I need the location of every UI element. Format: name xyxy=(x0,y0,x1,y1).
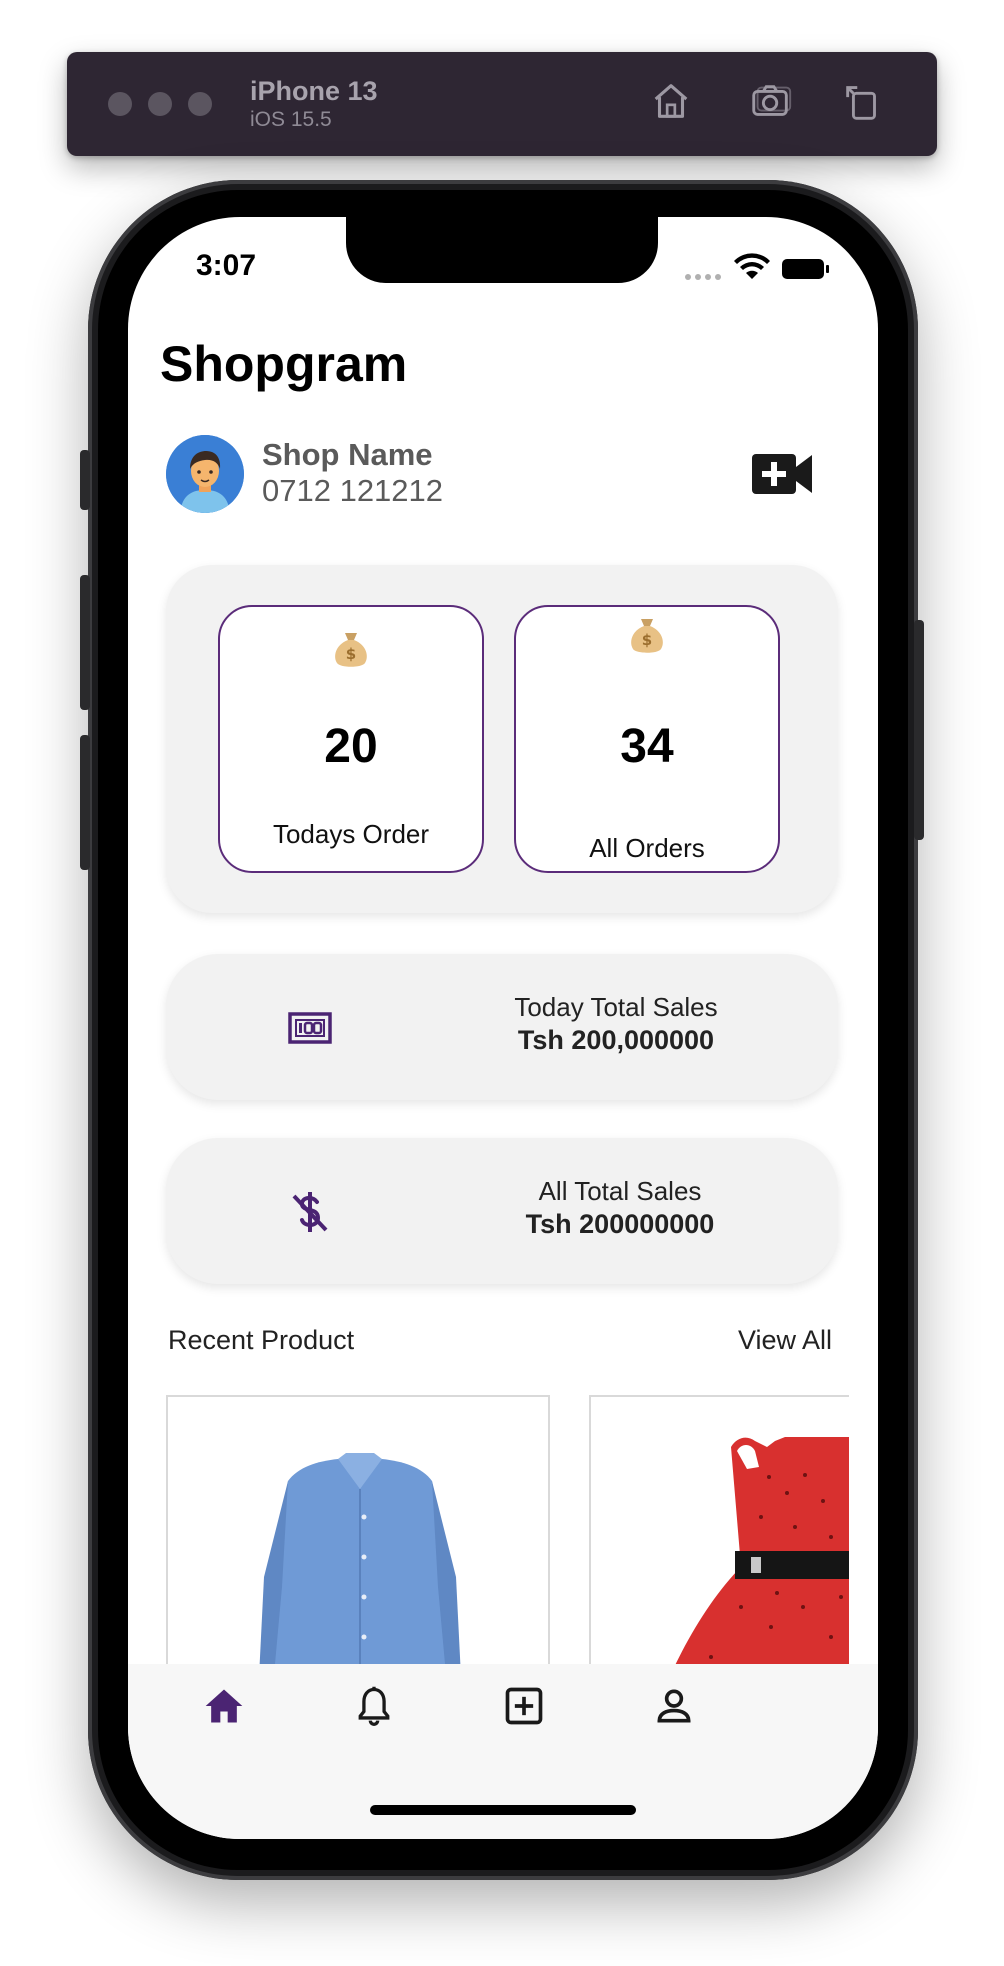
svg-text:$: $ xyxy=(642,631,652,649)
volume-up-button xyxy=(80,575,90,710)
add-box-icon[interactable] xyxy=(502,1684,546,1728)
window-zoom-button[interactable] xyxy=(188,92,212,116)
view-all-link[interactable]: View All xyxy=(738,1325,832,1356)
product-card[interactable] xyxy=(166,1395,550,1695)
svg-text:$: $ xyxy=(346,645,356,663)
window-minimize-button[interactable] xyxy=(148,92,172,116)
all-total-sales-label: All Total Sales xyxy=(538,1176,702,1206)
battery-icon xyxy=(782,259,829,279)
cellular-signal-icon xyxy=(685,274,721,280)
todays-order-card[interactable]: $ 20 Todays Order xyxy=(218,605,484,873)
shop-name: Shop Name xyxy=(262,437,433,472)
home-icon[interactable] xyxy=(648,78,694,124)
power-button xyxy=(914,620,924,840)
all-total-sales-value: Tsh 200000000 xyxy=(525,1209,715,1239)
product-image-red-dress xyxy=(662,1437,849,1693)
orders-summary-panel: $ 20 Todays Order $ 34 All Orders xyxy=(166,565,838,913)
today-total-sales-value: Tsh 200,000000 xyxy=(517,1025,715,1055)
all-orders-label: All Orders xyxy=(589,833,705,863)
rotate-icon[interactable] xyxy=(840,78,886,124)
profile-icon[interactable] xyxy=(652,1684,696,1728)
all-total-sales-card[interactable]: All Total Sales Tsh 200000000 xyxy=(166,1138,838,1284)
status-icons xyxy=(685,253,829,280)
shop-phone: 0712 121212 xyxy=(262,473,444,508)
phone-screen: 3:07 Shopgram Shop Name 0712 121212 $ 20… xyxy=(128,217,878,1839)
todays-order-value: 20 xyxy=(324,720,378,773)
all-orders-value: 34 xyxy=(620,720,674,773)
today-total-sales-label: Today Total Sales xyxy=(514,992,718,1022)
notch xyxy=(346,217,658,283)
today-total-sales-card[interactable]: Today Total Sales Tsh 200,000000 xyxy=(166,954,838,1100)
product-card[interactable] xyxy=(589,1395,849,1695)
all-orders-card[interactable]: $ 34 All Orders xyxy=(514,605,780,873)
today-total-sales-text: Today Total Sales Tsh 200,000000 xyxy=(466,992,766,1056)
home-icon[interactable] xyxy=(202,1684,246,1728)
todays-order-label: Todays Order xyxy=(272,819,430,849)
dollar-off-icon xyxy=(292,1192,328,1232)
window-close-button[interactable] xyxy=(108,92,132,116)
volume-down-button xyxy=(80,735,90,870)
user-avatar-icon xyxy=(166,435,244,513)
silent-switch xyxy=(80,450,90,510)
simulator-os-version: iOS 15.5 xyxy=(250,108,332,131)
money-bag-icon: $ xyxy=(631,619,663,653)
page-title: Shopgram xyxy=(160,336,408,392)
cash-icon xyxy=(288,1012,332,1044)
bell-icon[interactable] xyxy=(352,1684,396,1728)
recent-product-heading: Recent Product xyxy=(168,1325,355,1355)
money-bag-icon: $ xyxy=(335,633,367,667)
status-time: 3:07 xyxy=(196,249,257,282)
video-add-icon[interactable] xyxy=(750,449,814,499)
simulator-device-name: iPhone 13 xyxy=(250,76,378,106)
wifi-icon xyxy=(734,253,770,279)
camera-icon[interactable] xyxy=(748,78,794,124)
home-indicator[interactable] xyxy=(370,1805,636,1815)
all-total-sales-text: All Total Sales Tsh 200000000 xyxy=(470,1176,770,1240)
product-image-blue-shirt xyxy=(258,1453,462,1693)
avatar[interactable] xyxy=(166,435,244,513)
